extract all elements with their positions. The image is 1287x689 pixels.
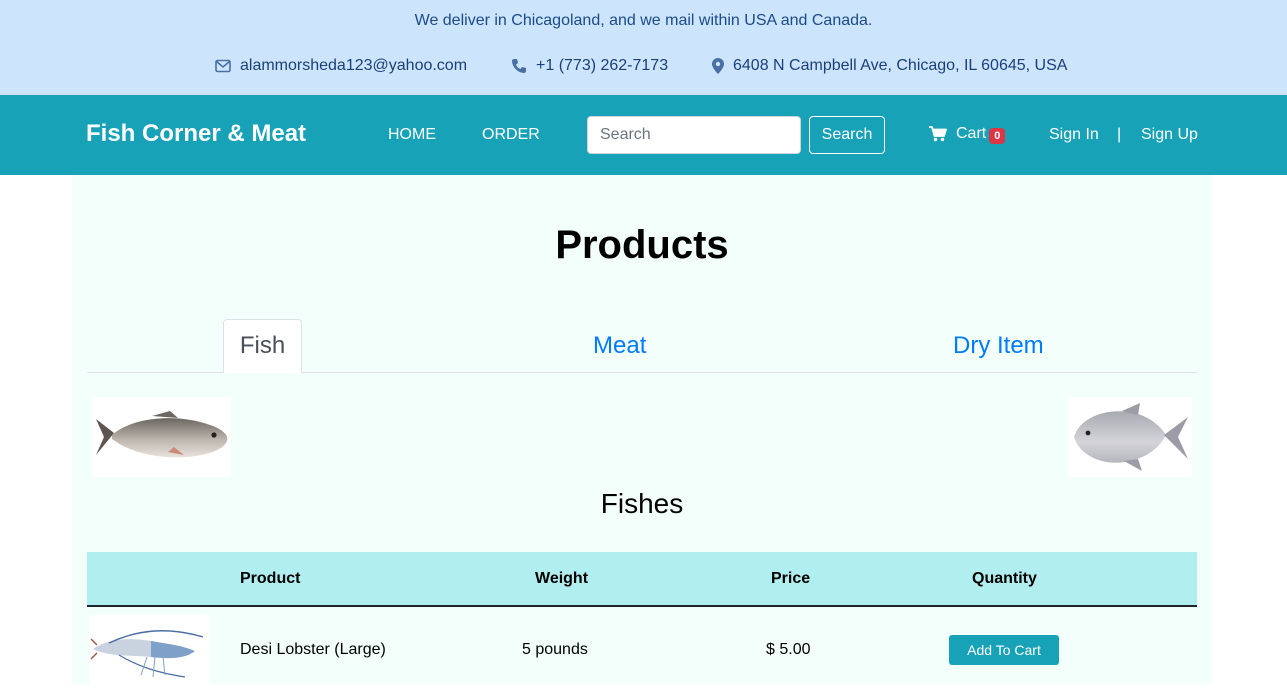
page-title: Products xyxy=(555,223,729,267)
header-quantity: Quantity xyxy=(972,570,1037,587)
header-product: Product xyxy=(240,570,301,587)
product-image xyxy=(89,615,209,684)
sign-in-link[interactable]: Sign In xyxy=(1049,126,1099,144)
contact-email[interactable]: alammorsheda123@yahoo.com xyxy=(215,57,467,75)
envelope-icon xyxy=(215,59,231,73)
search-button[interactable]: Search xyxy=(809,116,885,154)
cart-link[interactable]: Cart 0 xyxy=(929,125,1006,144)
brand-logo[interactable]: Fish Corner & Meat xyxy=(86,120,306,148)
search-input[interactable] xyxy=(587,116,801,154)
header-weight: Weight xyxy=(535,570,589,587)
nav-separator: | xyxy=(1117,126,1122,143)
main-content: Products Fish Meat Dry Item Fishes Produ… xyxy=(72,175,1212,684)
tab-meat[interactable]: Meat xyxy=(593,332,646,360)
shopping-cart-icon xyxy=(929,126,947,142)
phone-text: +1 (773) 262-7173 xyxy=(536,57,669,74)
tab-fish[interactable]: Fish xyxy=(223,319,302,373)
section-title: Fishes xyxy=(600,488,684,519)
product-weight: 5 pounds xyxy=(522,641,588,658)
address-text: 6408 N Campbell Ave, Chicago, IL 60645, … xyxy=(733,57,1068,74)
delivery-notice: We deliver in Chicagoland, and we mail w… xyxy=(414,12,873,29)
cart-label: Cart xyxy=(956,125,987,142)
tab-dry-item[interactable]: Dry Item xyxy=(953,332,1044,360)
sign-up-link[interactable]: Sign Up xyxy=(1141,126,1198,144)
add-to-cart-button[interactable]: Add To Cart xyxy=(949,635,1059,665)
fish-image-right xyxy=(1068,397,1192,477)
map-marker-icon xyxy=(712,58,724,74)
cart-count-badge: 0 xyxy=(989,128,1006,144)
contact-address[interactable]: 6408 N Campbell Ave, Chicago, IL 60645, … xyxy=(712,57,1067,75)
product-name: Desi Lobster (Large) xyxy=(240,641,386,658)
contact-phone[interactable]: +1 (773) 262-7173 xyxy=(511,57,668,75)
table-header: Product Weight Price Quantity xyxy=(87,552,1197,607)
header-price: Price xyxy=(771,570,811,587)
phone-icon xyxy=(512,59,526,73)
email-text: alammorsheda123@yahoo.com xyxy=(240,57,468,74)
nav-home[interactable]: HOME xyxy=(388,126,436,144)
nav-order[interactable]: ORDER xyxy=(482,126,540,144)
fish-image-left xyxy=(92,397,231,477)
product-price: $ 5.00 xyxy=(766,641,811,658)
main-navbar: Fish Corner & Meat HOME ORDER Search Car… xyxy=(0,95,1287,175)
top-info-bar: We deliver in Chicagoland, and we mail w… xyxy=(0,0,1287,95)
table-row: Desi Lobster (Large) 5 pounds $ 5.00 Add… xyxy=(87,607,1197,684)
